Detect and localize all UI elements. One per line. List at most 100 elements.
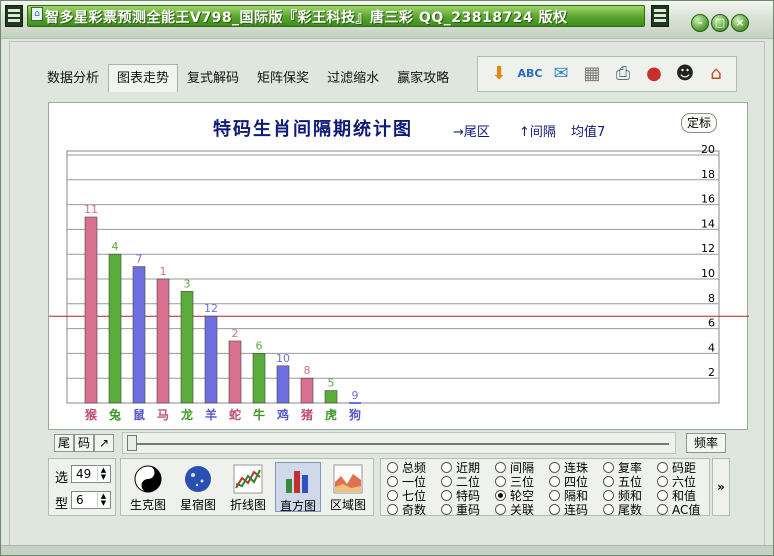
radio-option[interactable]: 五位 (603, 475, 642, 489)
radio-option[interactable]: 码距 (657, 461, 696, 475)
fix-scale-button[interactable]: 定标 (681, 113, 717, 133)
select-count-spinner[interactable]: 49 ▲ ▼ (71, 465, 111, 483)
bar-value-label: 6 (256, 339, 263, 352)
tab-0[interactable]: 数据分析 (38, 64, 108, 92)
radio-option[interactable]: 间隔 (495, 461, 534, 475)
chart-type-button-4[interactable]: 区域图 (325, 462, 371, 512)
radio-option[interactable]: 尾数 (603, 503, 642, 517)
envelope-icon[interactable]: ✉ (548, 61, 574, 87)
statistic-options: 总频 近期 间隔 连珠 复率 码距一位 二位 三位 四位 五位 六位七位 特码 轮空 隔和 频和 和值奇数 重码… (380, 458, 710, 517)
radio-label: 间隔 (510, 461, 535, 475)
code-button[interactable]: 码 (74, 434, 94, 452)
chart-type-button-3[interactable]: 直方图 (275, 462, 321, 513)
radio-button[interactable] (549, 462, 560, 473)
radio-option[interactable]: 轮空 (495, 489, 534, 503)
bar-value-label: 9 (352, 389, 359, 402)
radio-button[interactable] (387, 476, 398, 487)
radio-button[interactable] (603, 504, 614, 515)
radio-button[interactable] (441, 504, 452, 515)
printer-icon[interactable]: ⎙ (610, 61, 636, 87)
down-arrow-icon[interactable]: ⬇ (486, 61, 512, 87)
frequency-button[interactable]: 频率 (686, 433, 726, 453)
radio-option[interactable]: 二位 (441, 475, 480, 489)
bar-猪 (300, 377, 314, 404)
radio-button[interactable] (657, 462, 668, 473)
radio-option[interactable]: 和值 (657, 489, 696, 503)
home-icon[interactable]: ⌂ (703, 61, 729, 87)
bar-value-label: 8 (304, 364, 311, 377)
radio-button[interactable] (603, 476, 614, 487)
period-slider[interactable] (122, 432, 676, 454)
radio-option[interactable]: 关联 (495, 503, 534, 517)
radio-option[interactable]: 特码 (441, 489, 480, 503)
radio-button[interactable] (441, 476, 452, 487)
radio-option[interactable]: 复率 (603, 461, 642, 475)
radio-button[interactable] (549, 476, 560, 487)
chart-type-button-1[interactable]: 星宿图 (175, 462, 221, 512)
y-tick-label: 14 (701, 217, 715, 230)
toolbar: ⬇ ABC ✉ ▦ ⎙ ● ☻ ⌂ (477, 56, 737, 92)
title-bar[interactable]: ⌂ 智多星彩票预测全能王V798_国际版『彩王科技』唐三彩 QQ_2381872… (1, 1, 773, 39)
radio-button[interactable] (495, 490, 506, 501)
tab-4[interactable]: 过滤缩水 (318, 64, 388, 92)
radio-option[interactable]: 一位 (387, 475, 426, 489)
star-map-icon (183, 464, 213, 494)
radio-option[interactable]: 连珠 (549, 461, 588, 475)
category-label: 鸡 (276, 407, 289, 422)
radio-button[interactable] (603, 462, 614, 473)
maximize-button[interactable]: □ (711, 14, 729, 32)
chart-type-button-2[interactable]: 折线图 (225, 462, 271, 512)
tail-button[interactable]: 尾 (54, 434, 74, 452)
y-tick-label: 12 (701, 242, 715, 255)
radio-button[interactable] (441, 490, 452, 501)
radio-option[interactable]: 近期 (441, 461, 480, 475)
radio-option[interactable]: AC值 (657, 503, 700, 517)
arrow-button[interactable]: ↗ (94, 434, 114, 452)
category-label: 虎 (325, 407, 337, 422)
bar-鼠 (132, 266, 146, 404)
radio-option[interactable]: 隔和 (549, 489, 588, 503)
minimize-button[interactable]: – (691, 14, 709, 32)
more-options-button[interactable]: » (712, 458, 730, 516)
slider-thumb[interactable] (127, 435, 137, 451)
type-count-spinner[interactable]: 6 ▲ ▼ (71, 491, 111, 509)
radio-button[interactable] (549, 504, 560, 515)
radio-option[interactable]: 七位 (387, 489, 426, 503)
radio-button[interactable] (603, 490, 614, 501)
chart-type-button-0[interactable]: 生克图 (125, 462, 171, 512)
tab-1[interactable]: 图表走势 (108, 64, 179, 92)
radio-button[interactable] (387, 504, 398, 515)
app-icon[interactable]: ⌂ (31, 7, 43, 21)
radio-option[interactable]: 连码 (549, 503, 588, 517)
radio-button[interactable] (657, 490, 668, 501)
calculator-icon[interactable]: ▦ (579, 61, 605, 87)
close-button[interactable]: × (731, 14, 749, 32)
radio-option[interactable]: 奇数 (387, 503, 426, 517)
radio-option[interactable]: 总频 (387, 461, 426, 475)
radio-button[interactable] (441, 462, 452, 473)
tab-bar: 数据分析 图表走势 复式解码 矩阵保奖 过滤缩水 赢家攻略 (38, 64, 458, 92)
area-chart-icon (333, 464, 363, 494)
radio-option[interactable]: 频和 (603, 489, 642, 503)
radio-button[interactable] (387, 462, 398, 473)
tab-2[interactable]: 复式解码 (178, 64, 248, 92)
radio-option[interactable]: 重码 (441, 503, 480, 517)
abc-check-icon[interactable]: ABC (517, 61, 543, 87)
spinner-arrows-icon[interactable]: ▲ ▼ (97, 493, 109, 507)
radio-option[interactable]: 四位 (549, 475, 588, 489)
radio-button[interactable] (495, 462, 506, 473)
gumball-icon[interactable]: ● (641, 61, 667, 87)
radio-button[interactable] (657, 476, 668, 487)
bar-value-label: 4 (112, 240, 119, 253)
spinner-arrows-icon[interactable]: ▲ ▼ (97, 467, 109, 481)
tab-5[interactable]: 赢家攻略 (388, 64, 458, 92)
radio-button[interactable] (657, 504, 668, 515)
radio-button[interactable] (549, 490, 560, 501)
penguin-icon[interactable]: ☻ (672, 61, 698, 87)
tab-3[interactable]: 矩阵保奖 (248, 64, 318, 92)
radio-button[interactable] (387, 490, 398, 501)
radio-button[interactable] (495, 504, 506, 515)
radio-option[interactable]: 六位 (657, 475, 696, 489)
radio-button[interactable] (495, 476, 506, 487)
radio-option[interactable]: 三位 (495, 475, 534, 489)
